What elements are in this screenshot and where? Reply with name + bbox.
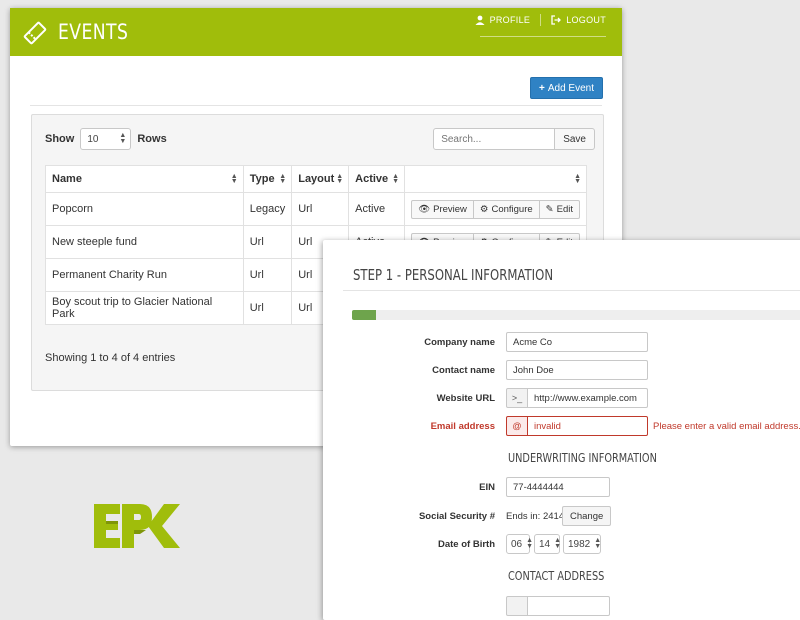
sort-icon: ▲ ▼ — [574, 173, 581, 185]
contact-name-label: Contact name — [432, 365, 495, 376]
header-links-underline — [480, 36, 606, 37]
column-header-active[interactable]: Active ▲ ▼ — [348, 165, 406, 193]
logout-link[interactable]: LOGOUT — [551, 15, 606, 25]
header-links: PROFILE LOGOUT — [475, 14, 606, 26]
contact-name-field[interactable]: John Doe — [506, 360, 648, 380]
ticket-icon — [23, 21, 47, 45]
plus-icon: + — [539, 82, 545, 94]
dob-label: Date of Birth — [438, 539, 495, 550]
column-header-actions[interactable]: ▲ ▼ — [404, 165, 587, 193]
terminal-icon: >_ — [506, 388, 528, 408]
sort-icon: ▲ ▼ — [279, 173, 287, 185]
cell-actions: 👁Preview ⚙Configure ✎Edit — [404, 192, 587, 226]
progress-fill — [352, 310, 376, 320]
progress-bar — [352, 310, 800, 320]
sign-out-icon — [551, 15, 562, 25]
user-icon — [475, 15, 485, 25]
cell-name: Popcorn — [45, 192, 244, 226]
contact-address-section-title: CONTACT ADDRESS — [508, 568, 605, 583]
configure-button[interactable]: ⚙Configure — [473, 199, 540, 219]
updown-icon: ▲ ▼ — [594, 537, 602, 550]
divider — [30, 105, 602, 106]
cell-name: Permanent Charity Run — [45, 258, 244, 292]
underwriting-section-title: UNDERWRITING INFORMATION — [508, 450, 657, 465]
updown-icon: ▲ ▼ — [554, 537, 562, 550]
page-length-control: Show 10 ▲ ▼ Rows — [45, 128, 167, 150]
gear-icon: ⚙ — [479, 203, 489, 215]
company-name-label: Company name — [424, 337, 495, 348]
cell-name: Boy scout trip to Glacier National Park — [45, 291, 244, 325]
website-url-label: Website URL — [436, 393, 495, 404]
divider — [343, 290, 800, 291]
dob-month-select[interactable]: 06 ▲ ▼ — [506, 534, 534, 554]
column-header-layout[interactable]: Layout ▲ ▼ — [291, 165, 350, 193]
table-info: Showing 1 to 4 of 4 entries — [45, 352, 176, 364]
column-header-name[interactable]: Name ▲ ▼ — [45, 165, 244, 193]
column-header-type[interactable]: Type ▲ ▼ — [242, 165, 293, 193]
search-input[interactable] — [433, 128, 556, 150]
rows-per-page-value: 10 — [87, 133, 99, 145]
updown-icon: ▲ ▼ — [526, 537, 534, 550]
ssn-label: Social Security # — [418, 511, 495, 522]
profile-link[interactable]: PROFILE — [475, 15, 531, 25]
eye-icon: 👁 — [418, 203, 431, 215]
add-event-label: Add Event — [547, 82, 594, 94]
profile-label: PROFILE — [489, 15, 531, 25]
cell-layout: Url — [291, 192, 350, 226]
search-group: Save — [433, 128, 595, 150]
cell-name: New steeple fund — [45, 225, 244, 259]
page-title: EVENTS — [58, 20, 129, 44]
dob-day-value: 14 — [539, 538, 551, 550]
email-address-label: Email address — [430, 421, 495, 432]
events-header: EVENTS PROFILE LOGOUT — [10, 8, 622, 56]
table-header-row: Name ▲ ▼ Type ▲ ▼ Layout ▲ ▼ Active ▲ ▼ ▲ ▼ — [45, 165, 587, 193]
address-addon — [506, 596, 528, 616]
header-divider — [540, 14, 542, 26]
cell-type: Url — [242, 291, 293, 325]
cell-type: Url — [242, 225, 293, 259]
cell-active: Active — [348, 192, 406, 226]
dob-day-select[interactable]: 14 ▲ ▼ — [534, 534, 562, 554]
epk-logo — [94, 504, 180, 548]
ssn-change-button[interactable]: Change — [562, 506, 612, 526]
sort-icon: ▲ ▼ — [336, 173, 344, 185]
cell-type: Legacy — [242, 192, 293, 226]
dob-year-select[interactable]: 1982 ▲ ▼ — [563, 534, 601, 554]
at-icon: @ — [506, 416, 528, 436]
address-field[interactable] — [527, 596, 610, 616]
sort-icon: ▲ ▼ — [230, 173, 238, 185]
ein-label: EIN — [479, 482, 495, 493]
step-title: STEP 1 - PERSONAL INFORMATION — [353, 266, 554, 284]
email-error-message: Please enter a valid email address. — [653, 421, 800, 432]
dob-year-value: 1982 — [568, 538, 591, 550]
add-event-button[interactable]: + Add Event — [530, 77, 603, 99]
updown-icon: ▲ ▼ — [119, 132, 127, 145]
company-name-field[interactable]: Acme Co — [506, 332, 648, 352]
ssn-ends-in: Ends in: 2414 — [506, 511, 565, 522]
email-field[interactable]: invalid — [527, 416, 648, 436]
row-actions: 👁Preview ⚙Configure ✎Edit — [411, 199, 580, 219]
rows-label: Rows — [137, 133, 167, 145]
show-label: Show — [45, 133, 75, 145]
cell-type: Url — [242, 258, 293, 292]
ein-field[interactable]: 77-4444444 — [506, 477, 610, 497]
save-button[interactable]: Save — [555, 128, 595, 150]
pencil-icon: ✎ — [545, 203, 554, 215]
form-window: STEP 1 - PERSONAL INFORMATION Company na… — [323, 240, 800, 620]
table-row: Popcorn Legacy Url Active 👁 Preview ⚙ Conf… — [45, 192, 587, 226]
logout-label: LOGOUT — [566, 15, 606, 25]
preview-button[interactable]: 👁Preview — [411, 199, 474, 219]
edit-button[interactable]: ✎Edit — [539, 199, 580, 219]
sort-icon: ▲ ▼ — [392, 173, 400, 185]
rows-per-page-select[interactable]: 10 ▲ ▼ — [80, 128, 132, 150]
dob-month-value: 06 — [511, 538, 523, 550]
website-url-field[interactable]: http://www.example.com — [527, 388, 648, 408]
